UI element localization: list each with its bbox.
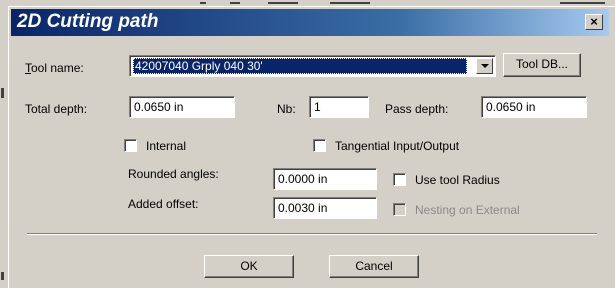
tangential-label: Tangential Input/Output (335, 139, 460, 153)
dialog-titlebar[interactable]: 2D Cutting path × (11, 9, 609, 36)
total-depth-label: Total depth: (25, 102, 88, 116)
chevron-down-icon (481, 64, 489, 68)
nesting-external-checkbox (393, 203, 406, 216)
dialog-separator (27, 233, 597, 235)
close-icon: × (590, 14, 598, 29)
added-offset-field[interactable]: 0.0030 in (273, 197, 377, 219)
pass-depth-field[interactable]: 0.0650 in (481, 96, 587, 118)
rounded-angles-label: Rounded angles: (128, 167, 219, 181)
nb-field[interactable]: 1 (309, 96, 369, 118)
tool-name-value: 42007040 Grply 040 30' (133, 58, 467, 74)
tool-name-select[interactable]: 42007040 Grply 040 30' (129, 55, 496, 77)
internal-checkbox[interactable] (124, 139, 137, 152)
pass-depth-label: Pass depth: (385, 102, 449, 116)
cancel-button[interactable]: Cancel (329, 255, 419, 278)
use-tool-radius-label: Use tool Radius (415, 173, 500, 187)
dialog-title: 2D Cutting path (17, 11, 159, 32)
rounded-angles-field[interactable]: 0.0000 in (273, 168, 377, 190)
nesting-external-label: Nesting on External (415, 203, 520, 217)
use-tool-radius-checkbox[interactable] (393, 173, 406, 186)
background-window-edge (0, 0, 8, 288)
tool-dropdown-button[interactable] (476, 58, 493, 74)
cutting-path-dialog: 2D Cutting path × Tool name: 42007040 Gr… (8, 6, 615, 288)
internal-label: Internal (146, 139, 187, 153)
ok-button[interactable]: OK (204, 255, 294, 278)
tangential-checkbox[interactable] (313, 139, 326, 152)
tool-name-label: Tool name: (25, 61, 84, 75)
tool-db-button[interactable]: Tool DB... (503, 53, 581, 77)
close-button[interactable]: × (585, 14, 603, 30)
added-offset-label: Added offset: (128, 197, 199, 211)
total-depth-field[interactable]: 0.0650 in (129, 96, 235, 118)
nb-label: Nb: (277, 102, 296, 116)
